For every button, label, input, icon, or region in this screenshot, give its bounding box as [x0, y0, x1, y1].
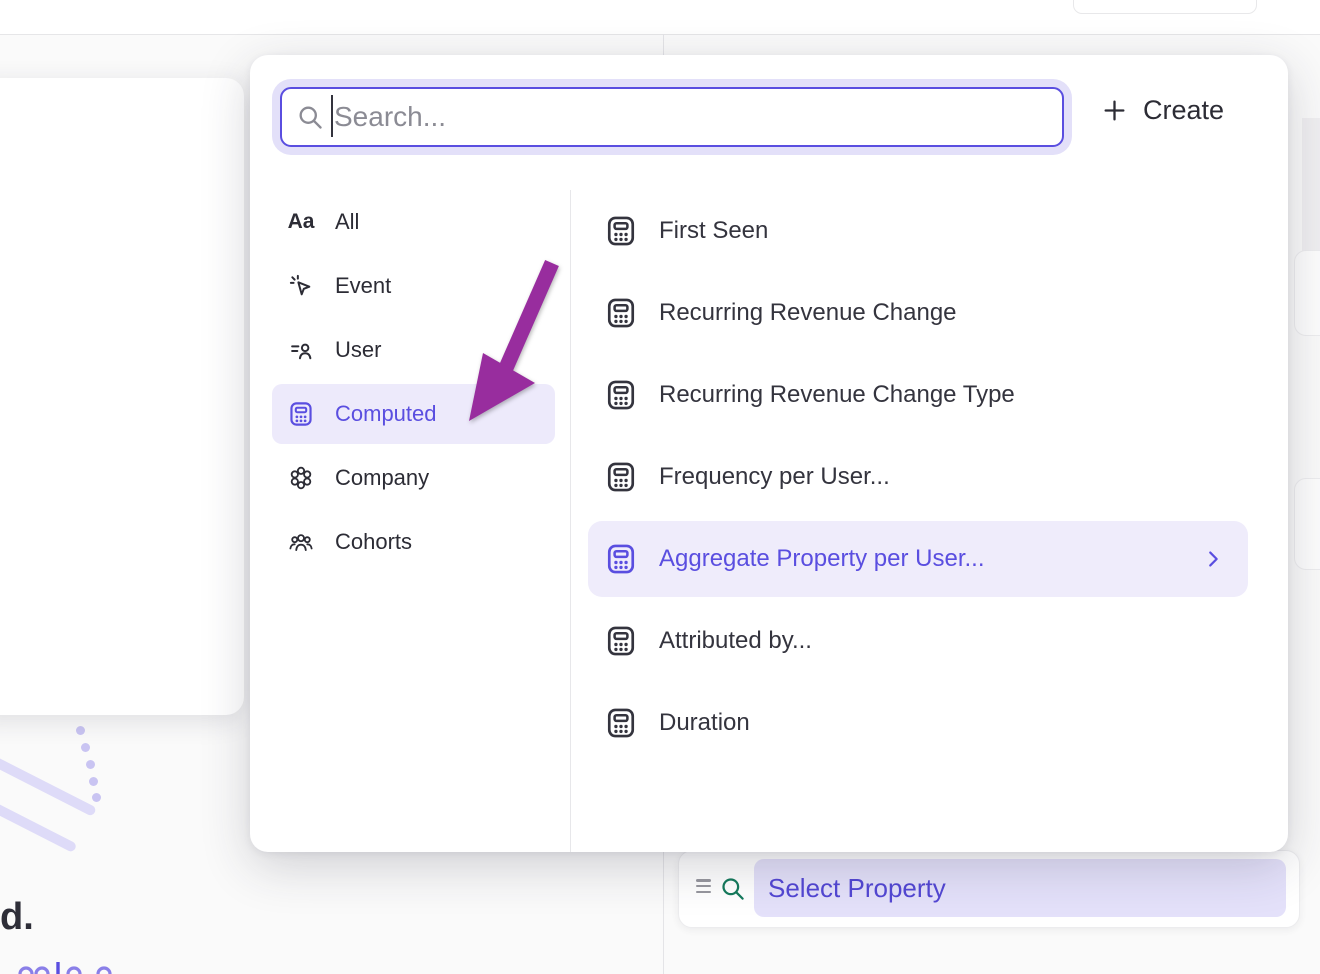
property-item-label: Duration — [659, 709, 750, 737]
calculator-icon — [605, 461, 637, 493]
cursor-spark-icon — [288, 273, 314, 299]
list-person-icon — [288, 337, 314, 363]
clipped-link-fragment — [12, 956, 122, 974]
search-placeholder: Search... — [334, 101, 446, 133]
property-picker-modal: Search... Create Aa All Event User Compu… — [250, 55, 1288, 852]
decorative-dot — [89, 777, 98, 786]
category-all[interactable]: Aa All — [272, 192, 555, 252]
category-company[interactable]: Company — [272, 448, 555, 508]
property-item-frequency-per-user[interactable]: Frequency per User... — [588, 439, 1248, 515]
clipped-background-text: d. — [0, 896, 34, 939]
category-computed[interactable]: Computed — [272, 384, 555, 444]
calculator-icon — [288, 401, 314, 427]
text-caret — [331, 95, 333, 137]
aa-icon: Aa — [288, 209, 314, 235]
category-label: Company — [335, 465, 429, 491]
property-item-aggregate-property-per-user[interactable]: Aggregate Property per User... — [588, 521, 1248, 597]
property-item-label: Recurring Revenue Change Type — [659, 381, 1015, 409]
background-card-fragment — [1294, 478, 1320, 570]
property-tooltip-card — [0, 78, 244, 715]
decorative-dot — [86, 760, 95, 769]
chevron-right-icon — [1202, 548, 1224, 570]
property-item-first-seen[interactable]: First Seen — [588, 193, 1248, 269]
decorative-dot — [81, 743, 90, 752]
property-item-label: Aggregate Property per User... — [659, 545, 985, 573]
create-button[interactable]: Create — [1102, 95, 1224, 126]
calculator-icon — [605, 297, 637, 329]
category-user[interactable]: User — [272, 320, 555, 380]
property-item-label: First Seen — [659, 217, 768, 245]
calculator-icon — [605, 707, 637, 739]
decorative-dot — [76, 726, 85, 735]
property-item-recurring-revenue-change[interactable]: Recurring Revenue Change — [588, 275, 1248, 351]
category-label: Cohorts — [335, 529, 412, 555]
property-item-label: Recurring Revenue Change — [659, 299, 957, 327]
modal-divider — [570, 190, 571, 852]
create-button-label: Create — [1143, 95, 1224, 126]
property-item-label: Attributed by... — [659, 627, 812, 655]
search-icon — [719, 875, 746, 902]
search-icon — [296, 103, 324, 131]
background-button-fragment — [1073, 0, 1257, 14]
category-label: All — [335, 209, 359, 235]
drag-handle-icon[interactable] — [696, 879, 711, 893]
select-property-button[interactable]: Select Property — [754, 859, 1286, 917]
calculator-icon — [605, 215, 637, 247]
background-card-fragment — [1294, 250, 1320, 336]
calculator-icon — [605, 625, 637, 657]
calculator-icon — [605, 379, 637, 411]
plus-icon — [1102, 98, 1127, 123]
property-item-recurring-revenue-change-type[interactable]: Recurring Revenue Change Type — [588, 357, 1248, 433]
people-group-icon — [288, 529, 314, 555]
cluster-icon — [288, 465, 314, 491]
category-label: User — [335, 337, 381, 363]
category-label: Computed — [335, 401, 437, 427]
category-event[interactable]: Event — [272, 256, 555, 316]
calculator-icon — [605, 543, 637, 575]
category-label: Event — [335, 273, 391, 299]
category-cohorts[interactable]: Cohorts — [272, 512, 555, 572]
select-property-label: Select Property — [768, 873, 946, 904]
property-item-label: Frequency per User... — [659, 463, 890, 491]
property-selector-card: Select Property — [678, 850, 1300, 928]
property-item-attributed-by[interactable]: Attributed by... — [588, 603, 1248, 679]
property-item-duration[interactable]: Duration — [588, 685, 1248, 761]
decorative-dot — [92, 793, 101, 802]
search-input[interactable]: Search... — [280, 87, 1064, 147]
